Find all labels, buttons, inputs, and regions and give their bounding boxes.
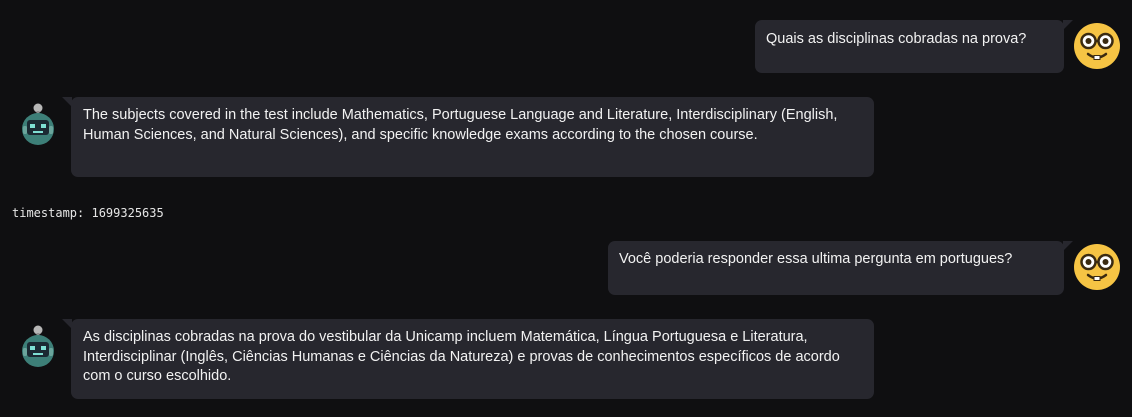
assistant-message-bubble: The subjects covered in the test include… <box>62 97 874 177</box>
user-message-text: Quais as disciplinas cobradas na prova? <box>766 31 1027 47</box>
user-message-bubble: Quais as disciplinas cobradas na prova? <box>755 20 1073 73</box>
nerd-face-icon <box>1073 22 1121 70</box>
assistant-message-text: As disciplinas cobradas na prova do vest… <box>83 329 840 384</box>
timestamp-text: timestamp: 1699325635 <box>12 206 164 220</box>
user-message-bubble: Você poderia responder essa ultima pergu… <box>608 241 1073 295</box>
robot-icon <box>19 103 57 145</box>
assistant-message-text: The subjects covered in the test include… <box>83 107 838 143</box>
assistant-message-bubble: As disciplinas cobradas na prova do vest… <box>62 319 874 399</box>
robot-icon <box>19 325 57 367</box>
nerd-face-icon <box>1073 243 1121 291</box>
user-message-text: Você poderia responder essa ultima pergu… <box>619 251 1013 267</box>
